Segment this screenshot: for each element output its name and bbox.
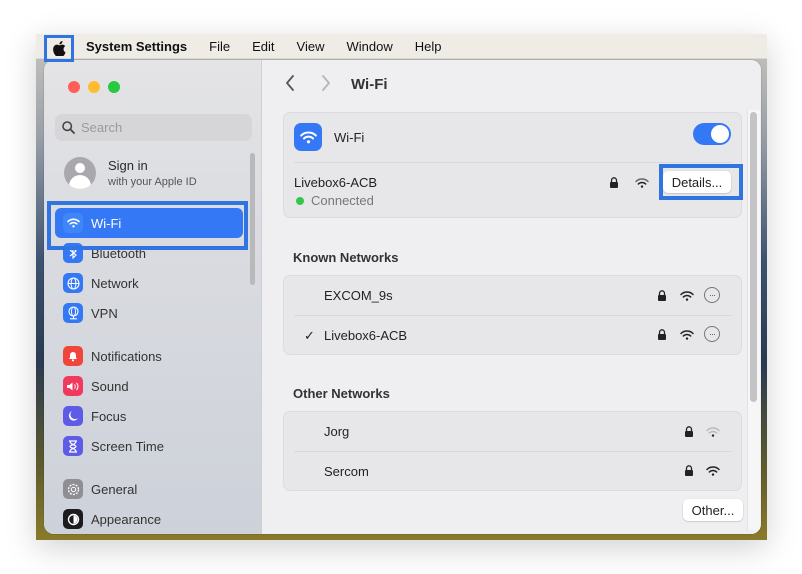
chevron-left-icon (286, 75, 294, 91)
page-title: Wi-Fi (351, 76, 388, 93)
speaker-icon (63, 376, 83, 396)
sidebar-item-appearance[interactable]: Appearance (55, 504, 243, 534)
sidebar-item-label: VPN (91, 305, 118, 321)
menu-app-name[interactable]: System Settings (86, 39, 198, 54)
known-network-row[interactable]: EXCOM_9s ··· (284, 276, 741, 316)
wifi-signal-icon (680, 291, 694, 301)
lock-icon (658, 290, 666, 301)
known-networks-heading: Known Networks (293, 250, 399, 265)
sidebar-item-label: Bluetooth (91, 245, 146, 261)
signin-subtitle: with your Apple ID (108, 176, 197, 188)
sidebar-item-label: Appearance (91, 511, 162, 527)
moon-icon (63, 406, 83, 426)
minimize-button[interactable] (88, 81, 100, 93)
menu-bar: System Settings File Edit View Window He… (36, 34, 767, 62)
wifi-toggle[interactable] (693, 123, 731, 145)
menu-file[interactable]: File (198, 39, 241, 54)
main-pane: Wi-Fi Wi-Fi Livebox6-ACB Connected Detai… (263, 60, 761, 534)
sidebar-item-sound[interactable]: Sound (55, 371, 243, 401)
network-name: EXCOM_9s (324, 288, 393, 303)
sidebar-item-label: Sound (91, 378, 129, 394)
menu-window[interactable]: Window (335, 39, 403, 54)
lock-icon (610, 177, 618, 188)
wifi-signal-icon (635, 178, 649, 188)
search-placeholder: Search (81, 120, 123, 135)
apple-id-signin[interactable]: Sign in with your Apple ID (64, 157, 197, 189)
sidebar-item-label: Wi-Fi (91, 215, 122, 231)
sidebar-item-label: General (91, 481, 138, 497)
other-networks-list: Jorg Sercom (283, 411, 742, 491)
wifi-app-icon (294, 123, 322, 151)
avatar (64, 157, 96, 189)
details-button[interactable]: Details... (663, 171, 731, 193)
close-button[interactable] (68, 81, 80, 93)
hourglass-icon (63, 436, 83, 456)
connection-status: Connected (296, 193, 374, 208)
wifi-signal-icon (680, 330, 694, 340)
network-name: Livebox6-ACB (324, 328, 408, 343)
apple-menu-button[interactable] (44, 35, 74, 62)
other-networks-heading: Other Networks (293, 386, 390, 401)
lock-icon (685, 465, 693, 476)
sidebar-item-label: Network (91, 275, 139, 291)
desktop: System Settings File Edit View Window He… (36, 34, 767, 540)
vpn-globe-icon (63, 303, 83, 323)
sidebar-scrollbar[interactable] (250, 153, 255, 285)
sidebar-item-label: Focus (91, 408, 127, 424)
sidebar-item-screen-time[interactable]: Screen Time (55, 431, 243, 461)
wifi-icon (63, 213, 83, 233)
signin-title: Sign in (108, 158, 148, 173)
menu-help[interactable]: Help (404, 39, 453, 54)
sidebar-item-network[interactable]: Network (55, 268, 243, 298)
current-network-row: Livebox6-ACB Connected Details... (284, 163, 743, 219)
sidebar-item-bluetooth[interactable]: Bluetooth (55, 238, 243, 268)
window-controls (68, 81, 120, 93)
bell-icon (63, 346, 83, 366)
search-icon (62, 121, 75, 134)
wifi-signal-weak-icon (706, 427, 720, 437)
menu-view[interactable]: View (286, 39, 336, 54)
other-network-button[interactable]: Other... (683, 499, 743, 521)
sidebar-item-wifi[interactable]: Wi-Fi (55, 208, 243, 238)
more-options-button[interactable]: ··· (704, 326, 720, 342)
forward-button[interactable] (321, 74, 331, 97)
globe-icon (63, 273, 83, 293)
main-scrollbar[interactable] (750, 112, 757, 402)
wifi-signal-icon (706, 466, 720, 476)
search-field[interactable]: Search (55, 114, 252, 141)
sidebar-item-notifications[interactable]: Notifications (55, 341, 243, 371)
network-name: Jorg (324, 424, 350, 439)
sidebar-item-general[interactable]: General (55, 474, 243, 504)
bluetooth-icon (63, 243, 83, 263)
apple-logo-icon (52, 41, 65, 56)
sidebar: Search Sign in with your Apple ID Wi-Fi (44, 60, 262, 534)
system-settings-window: Search Sign in with your Apple ID Wi-Fi (44, 60, 761, 534)
checkmark-icon: ✓ (304, 328, 315, 343)
network-name: Sercom (324, 464, 369, 479)
more-options-button[interactable]: ··· (704, 287, 720, 303)
known-networks-list: EXCOM_9s ··· ✓ Livebox6-ACB ··· (283, 275, 742, 355)
sidebar-item-focus[interactable]: Focus (55, 401, 243, 431)
wifi-toggle-label: Wi-Fi (334, 130, 365, 145)
chevron-right-icon (322, 75, 330, 91)
connected-dot-icon (296, 196, 304, 205)
appearance-icon (63, 509, 83, 529)
other-network-row[interactable]: Jorg (284, 412, 741, 452)
sidebar-item-label: Screen Time (91, 438, 164, 454)
gear-icon (63, 479, 83, 499)
current-network-name: Livebox6-ACB (294, 175, 378, 190)
wifi-card: Wi-Fi Livebox6-ACB Connected Details... (283, 112, 743, 219)
lock-icon (685, 426, 693, 437)
sidebar-item-label: Notifications (91, 348, 162, 364)
connection-status-text: Connected (311, 193, 374, 208)
zoom-button[interactable] (108, 81, 120, 93)
wifi-toggle-row: Wi-Fi (284, 113, 741, 163)
back-button[interactable] (285, 74, 295, 97)
other-network-row[interactable]: Sercom (284, 452, 741, 492)
lock-icon (658, 329, 666, 340)
known-network-row[interactable]: ✓ Livebox6-ACB ··· (284, 316, 741, 356)
menu-edit[interactable]: Edit (241, 39, 285, 54)
sidebar-item-vpn[interactable]: VPN (55, 298, 243, 328)
